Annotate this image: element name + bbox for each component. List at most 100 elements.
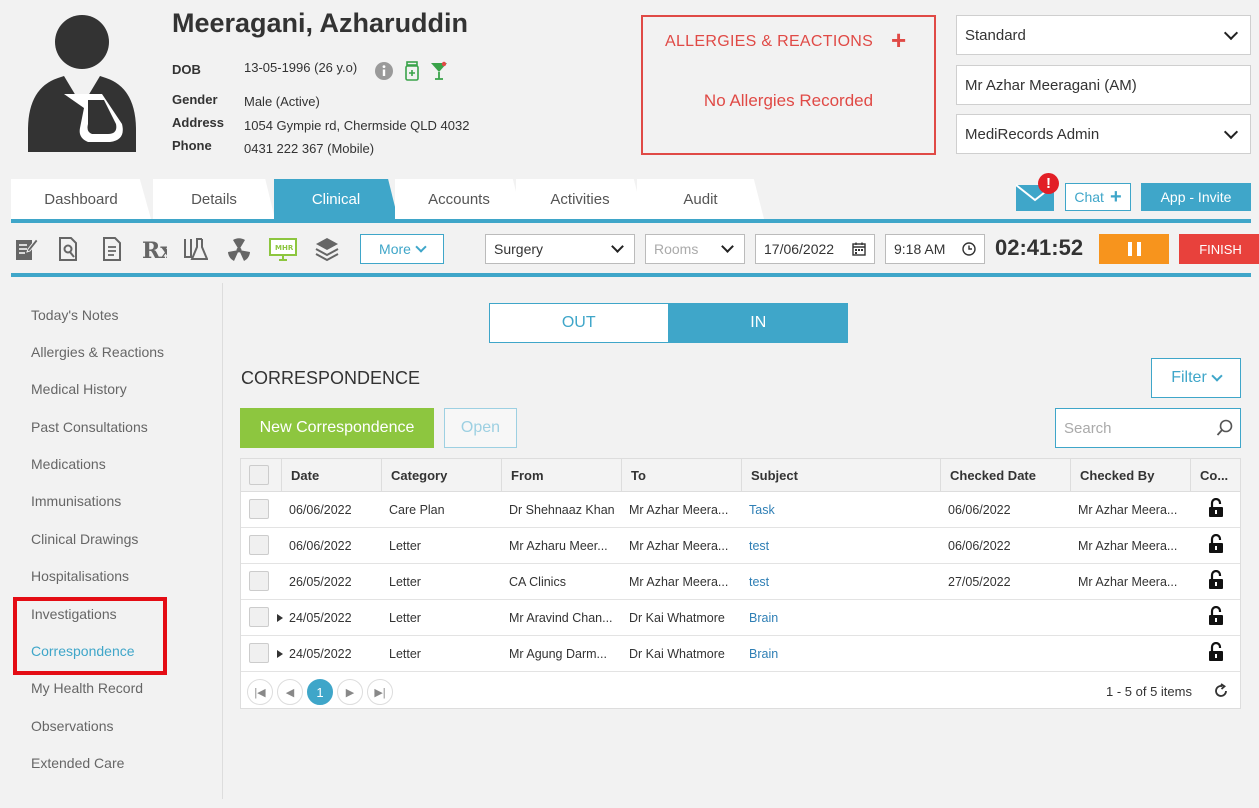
column-header-confidential[interactable]: Co...	[1190, 459, 1241, 492]
cell-subject-link[interactable]: test	[741, 564, 940, 599]
select-all-checkbox[interactable]	[249, 465, 269, 485]
rooms-select[interactable]: Rooms	[645, 234, 745, 264]
consult-timer: 02:41:52	[995, 235, 1084, 260]
cell-category: Letter	[389, 610, 421, 625]
previous-page-button[interactable]: ◀	[277, 679, 303, 705]
cell-subject-link[interactable]: Brain	[741, 600, 940, 635]
unlocked-padlock-icon[interactable]	[1208, 570, 1224, 590]
next-page-button[interactable]: ▶	[337, 679, 363, 705]
cell-checked-by	[1070, 600, 1190, 635]
filter-button[interactable]: Filter	[1151, 358, 1241, 398]
date-picker[interactable]: 17/06/2022	[755, 234, 875, 264]
row-checkbox[interactable]	[249, 499, 269, 519]
sidebar-item-observations[interactable]: Observations	[31, 718, 113, 734]
allergies-panel: ALLERGIES & REACTIONS + No Allergies Rec…	[641, 15, 936, 155]
new-correspondence-button[interactable]: New Correspondence	[240, 408, 434, 448]
cell-subject-link[interactable]: Brain	[741, 636, 940, 671]
column-header-to[interactable]: To	[621, 459, 742, 492]
sidebar-item-clinical-drawings[interactable]: Clinical Drawings	[31, 531, 138, 547]
cell-date: 06/06/2022	[289, 538, 352, 553]
mode-select[interactable]: Standard	[956, 15, 1251, 55]
sidebar-item-medical-history[interactable]: Medical History	[31, 381, 127, 397]
row-checkbox[interactable]	[249, 571, 269, 591]
clock-icon[interactable]	[962, 242, 976, 256]
refresh-icon[interactable]	[1213, 683, 1229, 699]
lab-flask-icon[interactable]	[182, 235, 208, 263]
my-health-record-icon[interactable]: MHR	[268, 235, 298, 263]
cell-subject-link[interactable]: Task	[741, 492, 940, 527]
more-button-label: More	[379, 241, 411, 257]
table-row[interactable]: 06/06/2022 Letter Mr Azharu Meer... Mr A…	[241, 528, 1240, 564]
sidebar-item-extended-care[interactable]: Extended Care	[31, 755, 124, 771]
tab-activities[interactable]: Activities	[516, 179, 644, 219]
sidebar-item-todays-notes[interactable]: Today's Notes	[31, 307, 119, 323]
patient-name-field-value: Mr Azhar Meeragani (AM)	[965, 76, 1137, 94]
column-header-from[interactable]: From	[501, 459, 622, 492]
search-icon[interactable]	[1216, 419, 1234, 437]
calendar-icon[interactable]	[852, 242, 866, 256]
column-header-date[interactable]: Date	[281, 459, 382, 492]
sidebar-item-immunisations[interactable]: Immunisations	[31, 493, 121, 509]
sidebar-item-medications[interactable]: Medications	[31, 456, 106, 472]
cell-date: 06/06/2022	[289, 502, 352, 517]
sidebar-item-allergies[interactable]: Allergies & Reactions	[31, 344, 164, 360]
cell-from: Mr Agung Darm...	[509, 646, 607, 661]
time-picker[interactable]: 9:18 AM	[885, 234, 985, 264]
document-list-icon[interactable]	[100, 235, 126, 263]
pause-button[interactable]	[1099, 234, 1169, 264]
tab-details[interactable]: Details	[153, 179, 275, 219]
unlocked-padlock-icon[interactable]	[1208, 498, 1224, 518]
tab-clinical[interactable]: Clinical	[274, 179, 398, 219]
radiation-icon[interactable]	[226, 235, 252, 263]
time-picker-value: 9:18 AM	[894, 241, 946, 257]
unlocked-padlock-icon[interactable]	[1208, 606, 1224, 626]
tab-accounts[interactable]: Accounts	[395, 179, 523, 219]
current-page-button[interactable]: 1	[307, 679, 333, 705]
patient-name-field[interactable]: Mr Azhar Meeragani (AM)	[956, 65, 1251, 105]
mode-select-value: Standard	[965, 26, 1026, 44]
cell-checked-date: 27/05/2022	[948, 574, 1011, 589]
sidebar-item-my-health-record[interactable]: My Health Record	[31, 680, 143, 696]
unlocked-padlock-icon[interactable]	[1208, 534, 1224, 554]
chat-button[interactable]: Chat +	[1065, 183, 1131, 211]
cocktail-glass-icon[interactable]	[430, 61, 448, 81]
add-allergy-button[interactable]: +	[891, 25, 906, 56]
prescription-rx-icon[interactable]: Rx	[141, 235, 167, 263]
open-button[interactable]: Open	[444, 408, 517, 448]
app-invite-button[interactable]: App - Invite	[1141, 183, 1251, 211]
column-header-checked-by[interactable]: Checked By	[1070, 459, 1191, 492]
chevron-down-icon	[1223, 124, 1239, 139]
sidebar-item-hospitalisations[interactable]: Hospitalisations	[31, 568, 129, 584]
cell-subject-link[interactable]: test	[741, 528, 940, 563]
last-page-button[interactable]: ▶|	[367, 679, 393, 705]
correspondence-table: Date Category From To Subject Checked Da…	[240, 458, 1241, 709]
user-select[interactable]: MediRecords Admin	[956, 114, 1251, 154]
tab-audit[interactable]: Audit	[637, 179, 764, 219]
finish-button[interactable]: FINISH	[1179, 234, 1259, 264]
column-header-subject[interactable]: Subject	[741, 459, 941, 492]
unlocked-padlock-icon[interactable]	[1208, 642, 1224, 662]
medication-bottle-icon[interactable]	[404, 61, 420, 81]
info-icon[interactable]	[374, 61, 394, 81]
address-label: Address	[172, 115, 225, 130]
column-header-checked-date[interactable]: Checked Date	[940, 459, 1071, 492]
sidebar-item-past-consultations[interactable]: Past Consultations	[31, 419, 148, 435]
table-row[interactable]: 24/05/2022 Letter Mr Aravind Chan... Dr …	[241, 600, 1240, 636]
notes-edit-icon[interactable]	[13, 235, 39, 263]
row-checkbox[interactable]	[249, 535, 269, 555]
table-row[interactable]: 26/05/2022 Letter CA Clinics Mr Azhar Me…	[241, 564, 1240, 600]
layers-stack-icon[interactable]	[314, 235, 340, 263]
search-input[interactable]	[1064, 410, 1214, 446]
in-toggle-button[interactable]: IN	[668, 303, 848, 343]
location-select[interactable]: Surgery	[485, 234, 635, 264]
tab-dashboard[interactable]: Dashboard	[11, 179, 151, 219]
document-search-icon[interactable]	[56, 235, 82, 263]
row-checkbox[interactable]	[249, 643, 269, 663]
table-row[interactable]: 24/05/2022 Letter Mr Agung Darm... Dr Ka…	[241, 636, 1240, 672]
column-header-category[interactable]: Category	[381, 459, 502, 492]
out-toggle-button[interactable]: OUT	[489, 303, 669, 343]
first-page-button[interactable]: |◀	[247, 679, 273, 705]
more-button[interactable]: More	[360, 234, 444, 264]
table-row[interactable]: 06/06/2022 Care Plan Dr Shehnaaz Khan Mr…	[241, 492, 1240, 528]
row-checkbox[interactable]	[249, 607, 269, 627]
